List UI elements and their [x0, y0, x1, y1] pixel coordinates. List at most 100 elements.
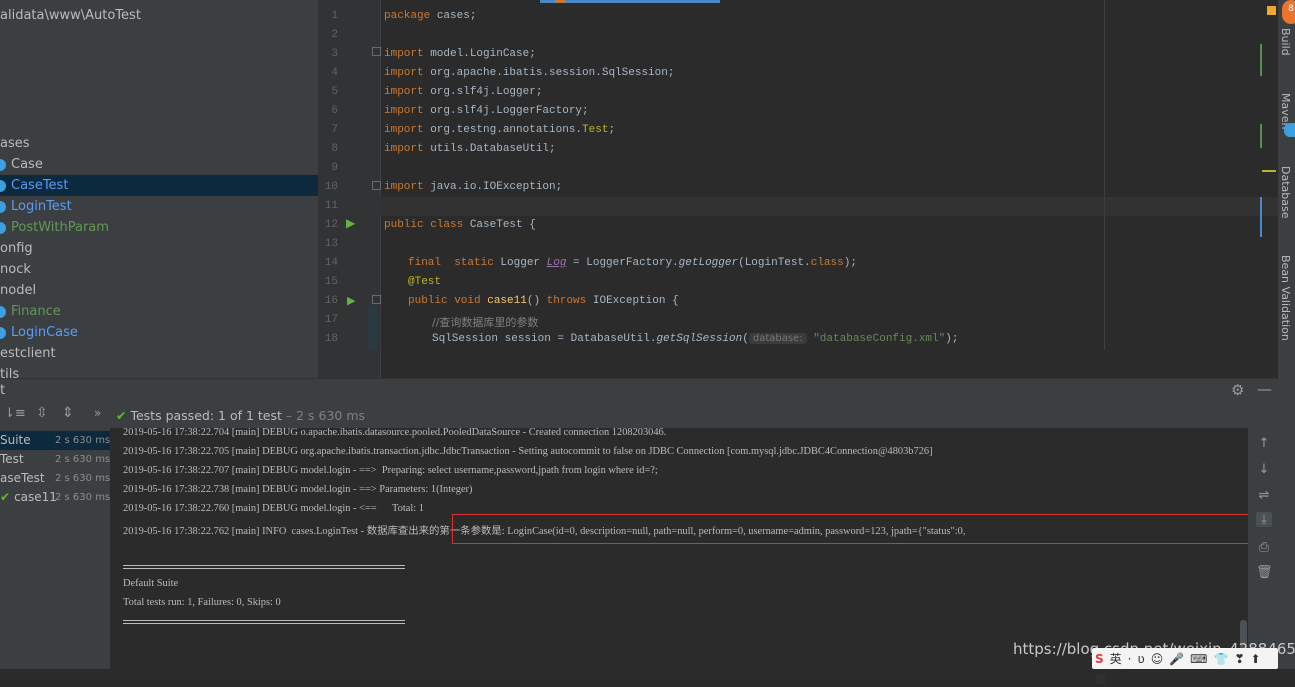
line-number: 15 — [324, 276, 338, 288]
code-line-18[interactable]: SqlSession session = DatabaseUtil.getSql… — [432, 333, 958, 345]
test-duration: 2 s 630 ms — [55, 492, 111, 503]
code-line-15[interactable]: @Test — [408, 276, 441, 288]
soft-wrap-icon[interactable]: ⇌ — [1256, 488, 1272, 503]
run-tab-label[interactable]: t — [0, 383, 5, 398]
suite-summary: Total tests run: 1, Failures: 0, Skips: … — [123, 597, 281, 608]
code-line-1[interactable]: package cases; — [384, 10, 476, 22]
up-arrow-icon[interactable]: ↑ — [1256, 436, 1272, 451]
test-name: Test — [0, 452, 24, 466]
line-number: 2 — [331, 29, 338, 41]
tree-item[interactable]: nodel — [0, 280, 318, 301]
run-class-icon[interactable]: ▶ — [346, 216, 355, 230]
tree-item[interactable]: ases — [0, 133, 318, 154]
line-number: 10 — [324, 181, 338, 193]
class-icon — [0, 305, 6, 318]
minimize-icon[interactable]: — — [1257, 380, 1272, 398]
build-tool-tab[interactable]: Build — [1279, 28, 1292, 56]
scroll-to-end-icon[interactable]: ⤓ — [1256, 512, 1272, 527]
test-name: Suite — [0, 433, 31, 447]
warning-icon[interactable] — [1267, 6, 1276, 15]
code-line-8[interactable]: import utils.DatabaseUtil; — [384, 143, 556, 155]
ime-item[interactable]: ❣ — [1234, 652, 1244, 666]
line-number: 7 — [331, 124, 338, 136]
ime-item[interactable]: ʋ — [1138, 652, 1145, 666]
highlight-box — [452, 514, 1249, 544]
code-line-3[interactable]: import model.LoginCase; — [384, 48, 536, 60]
bean-validation-tool-tab[interactable]: Bean Validation — [1279, 255, 1292, 341]
ime-item[interactable]: ▦ — [1095, 671, 1106, 685]
trash-icon[interactable]: 🗑 — [1256, 565, 1273, 580]
code-line-6[interactable]: import org.slf4j.LoggerFactory; — [384, 105, 589, 117]
tree-item[interactable]: estclient — [0, 343, 318, 364]
tree-item[interactable]: PostWithParam — [0, 217, 318, 238]
project-path: alidata\www\AutoTest — [0, 8, 141, 23]
check-icon: ✔ — [0, 490, 11, 504]
code-line-7[interactable]: import org.testng.annotations.Test; — [384, 124, 615, 136]
line-number: 4 — [331, 67, 338, 79]
ime-item[interactable]: 👕 — [1213, 652, 1228, 666]
line-number: 6 — [331, 105, 338, 117]
print-icon[interactable]: ⎙ — [1256, 540, 1272, 555]
run-panel-header: t ⚙ — — [0, 378, 1278, 403]
expand-all-icon[interactable]: ⇳ — [36, 405, 48, 421]
tree-item[interactable]: CaseTest — [0, 175, 318, 196]
tab-modified-marker — [555, 0, 565, 3]
tree-item[interactable]: Finance — [0, 301, 318, 322]
line-number: 14 — [324, 257, 338, 269]
code-line-5[interactable]: import org.slf4j.Logger; — [384, 86, 542, 98]
line-number: 17 — [324, 314, 338, 326]
class-icon — [0, 179, 6, 192]
tree-item[interactable]: LoginCase — [0, 322, 318, 343]
tree-item-label: estclient — [0, 346, 56, 361]
database-tool-tab[interactable]: Database — [1279, 166, 1292, 219]
test-tree-row[interactable]: Test 2 s 630 ms — [0, 450, 110, 469]
notification-badge[interactable]: 8 — [1282, 0, 1295, 24]
fold-icon[interactable] — [372, 47, 381, 56]
tree-item-label: LoginCase — [11, 325, 78, 340]
fold-icon[interactable] — [372, 295, 381, 304]
tree-item[interactable]: Case — [0, 154, 318, 175]
tree-item-label: Finance — [11, 304, 61, 319]
class-icon — [0, 200, 6, 213]
line-number: 1 — [331, 10, 338, 22]
test-duration: 2 s 630 ms — [55, 435, 111, 446]
sort-icon[interactable]: ⇂≡ — [4, 406, 26, 421]
ime-item[interactable]: ⌨ — [1190, 652, 1207, 666]
test-tree-row[interactable]: Suite 2 s 630 ms — [0, 431, 110, 450]
fold-icon[interactable] — [372, 181, 381, 190]
change-marker — [1260, 44, 1262, 76]
ime-item[interactable]: · — [1128, 652, 1132, 666]
code-line-14[interactable]: final static Logger Log = LoggerFactory.… — [408, 257, 857, 269]
ime-item[interactable]: 🎤 — [1169, 652, 1184, 666]
test-tree-row[interactable]: ✔ case11 2 s 630 ms — [0, 488, 110, 507]
line-number: 12 — [324, 219, 338, 231]
check-icon: ✔ — [116, 408, 127, 423]
tree-item-label: PostWithParam — [11, 220, 109, 235]
active-tab-indicator[interactable] — [540, 0, 720, 3]
code-line-10[interactable]: import java.io.IOException; — [384, 181, 562, 193]
down-arrow-icon[interactable]: ↓ — [1256, 462, 1272, 477]
tree-item[interactable]: onfig — [0, 238, 318, 259]
code-line-4[interactable]: import org.apache.ibatis.session.SqlSess… — [384, 67, 674, 79]
log-line: 2019-05-16 17:38:22.760 [main] DEBUG mod… — [123, 503, 424, 514]
more-icon[interactable]: » — [94, 406, 101, 420]
ime-item[interactable]: ⬆ — [1251, 652, 1261, 666]
collapse-all-icon[interactable]: ⇕ — [62, 405, 74, 421]
test-tree-row[interactable]: aseTest 2 s 630 ms — [0, 469, 110, 488]
line-number: 3 — [331, 48, 338, 60]
suite-title: Default Suite — [123, 578, 179, 589]
gear-icon[interactable]: ⚙ — [1231, 381, 1244, 399]
code-line-17[interactable]: //查询数据库里的参数 — [432, 314, 538, 330]
log-line: 2019-05-16 17:38:22.705 [main] DEBUG org… — [123, 446, 933, 457]
change-marker — [1260, 197, 1262, 237]
tree-item[interactable]: LoginTest — [0, 196, 318, 217]
tree-item[interactable]: nock — [0, 259, 318, 280]
ime-toolbar[interactable]: S 英 · ʋ ☺ 🎤 ⌨ 👕 ❣ ⬆ ▦ — [1092, 648, 1278, 685]
test-duration: 2 s 630 ms — [55, 454, 111, 465]
ime-item[interactable]: S — [1095, 652, 1104, 666]
code-line-12[interactable]: public class CaseTest { — [384, 219, 536, 231]
run-test-icon[interactable]: ▶ — [347, 294, 355, 307]
code-line-16[interactable]: public void case11() throws IOException … — [408, 295, 679, 307]
ime-item[interactable]: ☺ — [1151, 652, 1164, 666]
ime-item[interactable]: 英 — [1110, 650, 1122, 667]
